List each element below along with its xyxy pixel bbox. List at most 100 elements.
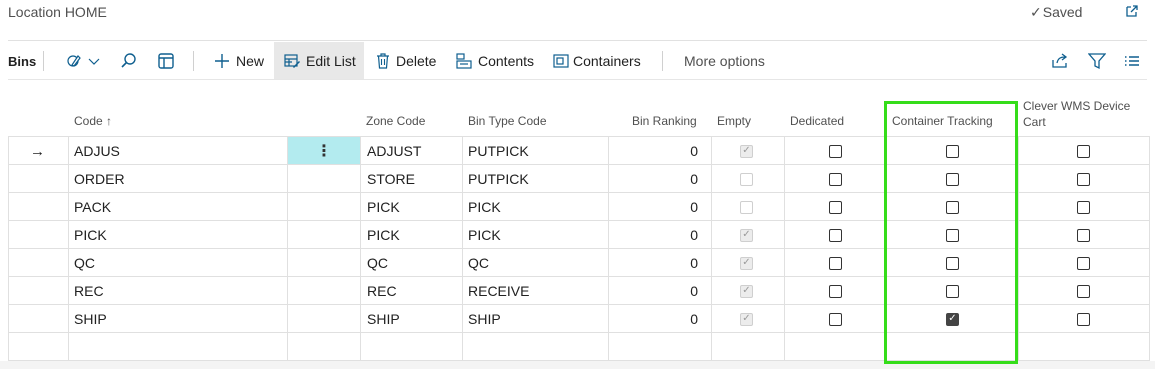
cell-bin-ranking[interactable]: 0	[616, 277, 698, 305]
trash-icon	[377, 53, 389, 69]
cell-bin-ranking[interactable]: 0	[616, 305, 698, 333]
cell-zone-code[interactable]: STORE	[367, 165, 415, 193]
cell-code[interactable]: QC	[74, 249, 95, 277]
cell-bin-ranking[interactable]: 0	[616, 193, 698, 221]
checkbox[interactable]	[829, 200, 842, 214]
column-header-empty[interactable]: Empty	[717, 114, 751, 128]
checkbox[interactable]	[829, 144, 842, 158]
checkbox[interactable]	[829, 284, 842, 298]
checkbox[interactable]	[1077, 172, 1090, 186]
column-header-bin-ranking[interactable]: Bin Ranking	[632, 114, 697, 128]
new-button[interactable]: New	[214, 42, 264, 80]
popout-icon[interactable]	[1124, 3, 1140, 19]
checkbox[interactable]	[1077, 284, 1090, 298]
column-header-zone-code[interactable]: Zone Code	[366, 114, 425, 128]
edit-mode-toggle[interactable]	[66, 42, 100, 80]
cell-code[interactable]: SHIP	[74, 305, 107, 333]
cell-device-cart[interactable]	[1077, 305, 1090, 333]
checkbox[interactable]	[1077, 228, 1090, 242]
cell-dedicated[interactable]	[829, 277, 842, 305]
divider	[8, 40, 1147, 41]
share-button[interactable]	[1051, 42, 1069, 80]
checkbox[interactable]	[829, 228, 842, 242]
search-icon	[121, 53, 136, 68]
checkbox[interactable]	[1077, 144, 1090, 158]
separator	[662, 51, 663, 71]
cell-code[interactable]: PICK	[74, 221, 107, 249]
checkbox[interactable]	[829, 312, 842, 326]
divider	[8, 79, 1147, 80]
edit-list-label: Edit List	[306, 53, 356, 69]
cell-dedicated[interactable]	[829, 221, 842, 249]
cell-bin-type-code[interactable]: PICK	[468, 193, 501, 221]
more-options-button[interactable]: More options	[684, 42, 765, 80]
cell-empty	[740, 165, 753, 193]
cell-bin-type-code[interactable]: PUTPICK	[468, 165, 529, 193]
cell-empty	[740, 193, 753, 221]
cell-dedicated[interactable]	[829, 249, 842, 277]
cell-zone-code[interactable]: ADJUST	[367, 137, 421, 165]
cell-bin-type-code[interactable]: PICK	[468, 221, 501, 249]
layout-button[interactable]	[157, 42, 175, 80]
containers-label: Containers	[573, 53, 641, 69]
cell-dedicated[interactable]	[829, 165, 842, 193]
cell-bin-ranking[interactable]: 0	[616, 137, 698, 165]
checkbox	[740, 172, 753, 186]
cell-bin-ranking[interactable]: 0	[616, 165, 698, 193]
column-header-bin-type-code[interactable]: Bin Type Code	[468, 114, 547, 128]
highlight-box	[884, 101, 1018, 364]
bins-tab[interactable]: Bins	[8, 42, 36, 80]
page-title: Location HOME	[8, 4, 107, 20]
cell-device-cart[interactable]	[1077, 165, 1090, 193]
search-button[interactable]	[120, 42, 138, 80]
cell-zone-code[interactable]: REC	[367, 277, 397, 305]
cell-zone-code[interactable]: PICK	[367, 221, 400, 249]
checkbox[interactable]	[829, 256, 842, 270]
filter-button[interactable]	[1088, 42, 1106, 80]
list-icon	[1125, 56, 1139, 66]
cell-bin-type-code[interactable]: PUTPICK	[468, 137, 529, 165]
cell-device-cart[interactable]	[1077, 249, 1090, 277]
cell-zone-code[interactable]: SHIP	[367, 305, 400, 333]
cell-device-cart[interactable]	[1077, 221, 1090, 249]
new-label: New	[236, 53, 265, 69]
contents-button[interactable]: Contents	[456, 42, 534, 80]
checkbox[interactable]	[829, 172, 842, 186]
cell-code[interactable]: REC	[74, 277, 104, 305]
cell-dedicated[interactable]	[829, 305, 842, 333]
cell-code[interactable]: ADJUS	[74, 137, 120, 165]
share-icon	[1052, 53, 1068, 68]
row-actions-menu[interactable]: ⋮	[288, 137, 360, 164]
cell-device-cart[interactable]	[1077, 137, 1090, 165]
cell-device-cart[interactable]	[1077, 277, 1090, 305]
list-view-button[interactable]	[1124, 42, 1140, 80]
checkbox	[740, 200, 753, 214]
cell-dedicated[interactable]	[829, 137, 842, 165]
cell-dedicated[interactable]	[829, 193, 842, 221]
cell-zone-code[interactable]: PICK	[367, 193, 400, 221]
delete-label: Delete	[396, 53, 437, 69]
separator	[43, 51, 44, 71]
separator	[193, 51, 194, 71]
column-header-dedicated[interactable]: Dedicated	[790, 114, 844, 128]
row-indicator-arrow-icon: →	[30, 142, 45, 160]
delete-button[interactable]: Delete	[376, 42, 436, 80]
cell-bin-type-code[interactable]: QC	[468, 249, 489, 277]
cell-bin-ranking[interactable]: 0	[616, 249, 698, 277]
cell-bin-ranking[interactable]: 0	[616, 221, 698, 249]
column-header-clever-wms-device-cart[interactable]: Clever WMS Device Cart	[1023, 98, 1130, 130]
cell-bin-type-code[interactable]: RECEIVE	[468, 277, 529, 305]
cell-code[interactable]: PACK	[74, 193, 111, 221]
checkbox[interactable]	[1077, 200, 1090, 214]
cell-bin-type-code[interactable]: SHIP	[468, 305, 501, 333]
edit-list-button[interactable]: Edit List	[274, 42, 364, 80]
cell-code[interactable]: ORDER	[74, 165, 125, 193]
cell-device-cart[interactable]	[1077, 193, 1090, 221]
checkbox[interactable]	[1077, 312, 1090, 326]
containers-button[interactable]: Containers	[553, 42, 641, 80]
header-line: Cart	[1023, 115, 1046, 129]
checkbox[interactable]	[1077, 256, 1090, 270]
checkbox: ✓	[740, 312, 753, 326]
cell-zone-code[interactable]: QC	[367, 249, 388, 277]
column-header-code[interactable]: Code ↑	[74, 114, 112, 128]
